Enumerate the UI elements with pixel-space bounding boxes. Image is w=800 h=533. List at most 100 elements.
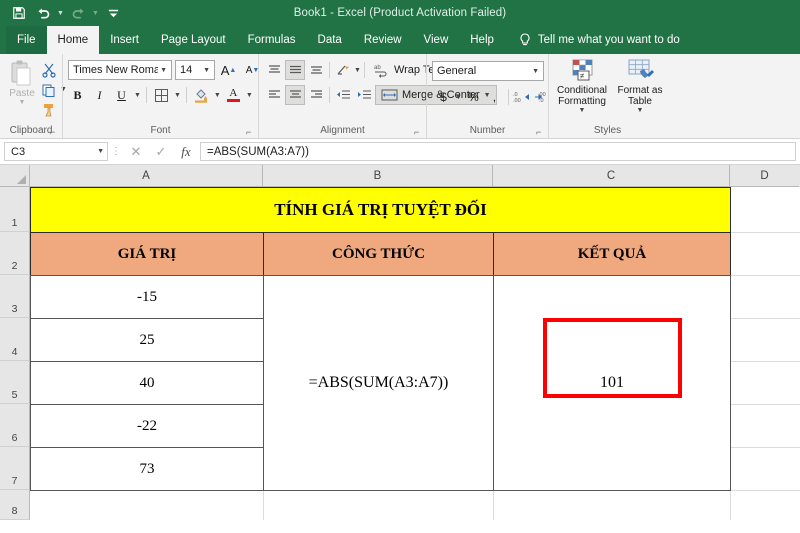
font-color-button[interactable]: A: [224, 85, 243, 105]
copy-icon[interactable]: [41, 82, 58, 98]
cell-c3-result[interactable]: 101: [493, 275, 731, 491]
formula-input[interactable]: =ABS(SUM(A3:A7)): [200, 142, 796, 161]
underline-button[interactable]: U: [112, 85, 131, 105]
tab-file[interactable]: File: [6, 26, 47, 54]
font-size-combo[interactable]: 14 ▼: [175, 60, 215, 80]
bold-button[interactable]: B: [68, 85, 87, 105]
select-all-corner[interactable]: [0, 165, 30, 187]
clipboard-dialog-launcher[interactable]: ⌐: [50, 128, 59, 137]
column-header-d[interactable]: D: [730, 165, 799, 187]
format-as-table-label: Format as Table: [617, 85, 663, 107]
borders-dropdown-icon[interactable]: ▼: [174, 92, 181, 99]
increase-indent-icon[interactable]: [354, 85, 374, 105]
align-bottom-button[interactable]: [306, 60, 326, 80]
row-header-5[interactable]: 5: [0, 361, 30, 404]
paste-icon: [9, 59, 35, 87]
paste-dropdown-icon[interactable]: ▼: [19, 99, 26, 106]
font-dialog-launcher[interactable]: ⌐: [246, 128, 255, 137]
align-left-button[interactable]: [264, 85, 284, 105]
align-center-button[interactable]: [285, 85, 305, 105]
column-header-c[interactable]: C: [493, 165, 730, 187]
orientation-icon[interactable]: [333, 60, 353, 80]
cell-a7-value[interactable]: 73: [30, 447, 264, 491]
number-format-combo[interactable]: General ▼: [432, 61, 544, 81]
currency-button[interactable]: $: [434, 87, 453, 107]
fill-color-icon[interactable]: [192, 85, 211, 105]
decrease-indent-icon[interactable]: [333, 85, 353, 105]
tab-review[interactable]: Review: [353, 26, 413, 54]
cell-a3-value[interactable]: -15: [30, 275, 264, 319]
number-divider: [507, 89, 509, 105]
cell-b3-formula-text[interactable]: =ABS(SUM(A3:A7)): [263, 275, 494, 491]
svg-text:≠: ≠: [580, 72, 585, 81]
column-header-a[interactable]: A: [30, 165, 263, 187]
tab-page-layout[interactable]: Page Layout: [150, 26, 237, 54]
tab-view[interactable]: View: [413, 26, 460, 54]
font-color-dropdown-icon[interactable]: ▼: [246, 92, 253, 99]
italic-button[interactable]: I: [90, 85, 109, 105]
tab-formulas[interactable]: Formulas: [237, 26, 307, 54]
window-title: Book1 - Excel (Product Activation Failed…: [293, 7, 507, 19]
alignment-divider-3: [329, 87, 330, 103]
tell-me-box[interactable]: Tell me what you want to do: [505, 26, 690, 54]
font-name-dropdown-icon[interactable]: ▼: [158, 67, 169, 74]
format-as-table-dropdown-icon[interactable]: ▼: [637, 107, 644, 114]
paste-label: Paste: [9, 88, 35, 99]
row-header-column: 1 2 3 4 5 6 7 8: [0, 187, 30, 520]
ribbon-group-styles: ≠ Conditional Formatting ▼ Format as Tab…: [548, 54, 666, 138]
cell-a4-value[interactable]: 25: [30, 318, 264, 362]
increase-font-size-button[interactable]: A ▲: [218, 60, 239, 80]
tab-help[interactable]: Help: [459, 26, 505, 54]
sheet-surface[interactable]: TÍNH GIÁ TRỊ TUYỆT ĐỐI GIÁ TRỊ CÔNG THỨC…: [30, 187, 800, 520]
conditional-formatting-dropdown-icon[interactable]: ▼: [579, 107, 586, 114]
paste-button[interactable]: Paste ▼: [5, 59, 39, 118]
comma-style-button[interactable]: ,: [485, 87, 504, 107]
cell-a2-header[interactable]: GIÁ TRỊ: [30, 232, 264, 276]
font-size-dropdown-icon[interactable]: ▼: [201, 67, 212, 74]
font-color-swatch: [226, 99, 240, 102]
row-header-6[interactable]: 6: [0, 404, 30, 447]
tab-home[interactable]: Home: [46, 26, 100, 54]
percent-button[interactable]: %: [464, 87, 483, 107]
row-header-8[interactable]: 8: [0, 490, 30, 520]
font-color-label: A: [229, 87, 238, 99]
align-top-button[interactable]: [264, 60, 284, 80]
ribbon-group-number: General ▼ $ ▼ % , .0 .00 .00 .0 Number ⌐: [426, 54, 548, 138]
number-format-dropdown-icon[interactable]: ▼: [530, 68, 541, 75]
formula-bar-grip[interactable]: ⋮: [108, 146, 124, 157]
cell-a1-title[interactable]: TÍNH GIÁ TRỊ TUYỆT ĐỐI: [30, 187, 731, 233]
fill-color-dropdown-icon[interactable]: ▼: [214, 92, 221, 99]
currency-dropdown-icon[interactable]: ▼: [455, 94, 462, 101]
align-right-button[interactable]: [306, 85, 326, 105]
format-painter-icon[interactable]: [41, 102, 58, 118]
insert-function-icon[interactable]: fx: [174, 142, 198, 162]
tab-insert[interactable]: Insert: [99, 26, 150, 54]
comma-label: ,: [492, 90, 497, 104]
row-header-3[interactable]: 3: [0, 275, 30, 318]
row-header-7[interactable]: 7: [0, 447, 30, 490]
number-dialog-launcher[interactable]: ⌐: [536, 128, 545, 137]
scissors-icon[interactable]: [41, 62, 58, 78]
column-header-b[interactable]: B: [263, 165, 493, 187]
alignment-dialog-launcher[interactable]: ⌐: [414, 128, 423, 137]
confirm-icon[interactable]: ✓: [149, 142, 173, 162]
decrease-decimal-icon[interactable]: .0.00: [513, 87, 532, 107]
cell-a5-value[interactable]: 40: [30, 361, 264, 405]
cell-c2-header[interactable]: KẾT QUẢ: [493, 232, 731, 276]
underline-dropdown-icon[interactable]: ▼: [134, 92, 141, 99]
conditional-formatting-button[interactable]: ≠ Conditional Formatting ▼: [554, 58, 610, 114]
name-box[interactable]: C3 ▼: [4, 142, 108, 161]
cell-a6-value[interactable]: -22: [30, 404, 264, 448]
name-box-dropdown-icon[interactable]: ▼: [97, 148, 104, 155]
cell-b2-header[interactable]: CÔNG THỨC: [263, 232, 494, 276]
row-header-4[interactable]: 4: [0, 318, 30, 361]
align-middle-button[interactable]: [285, 60, 305, 80]
format-as-table-button[interactable]: Format as Table ▼: [612, 58, 668, 114]
tab-data[interactable]: Data: [307, 26, 353, 54]
borders-icon[interactable]: [152, 85, 171, 105]
cancel-icon[interactable]: ✕: [124, 142, 148, 162]
row-header-1[interactable]: 1: [0, 187, 30, 232]
font-name-combo[interactable]: Times New Roman ▼: [68, 60, 172, 80]
orientation-dropdown-icon[interactable]: ▼: [354, 67, 361, 74]
row-header-2[interactable]: 2: [0, 232, 30, 275]
